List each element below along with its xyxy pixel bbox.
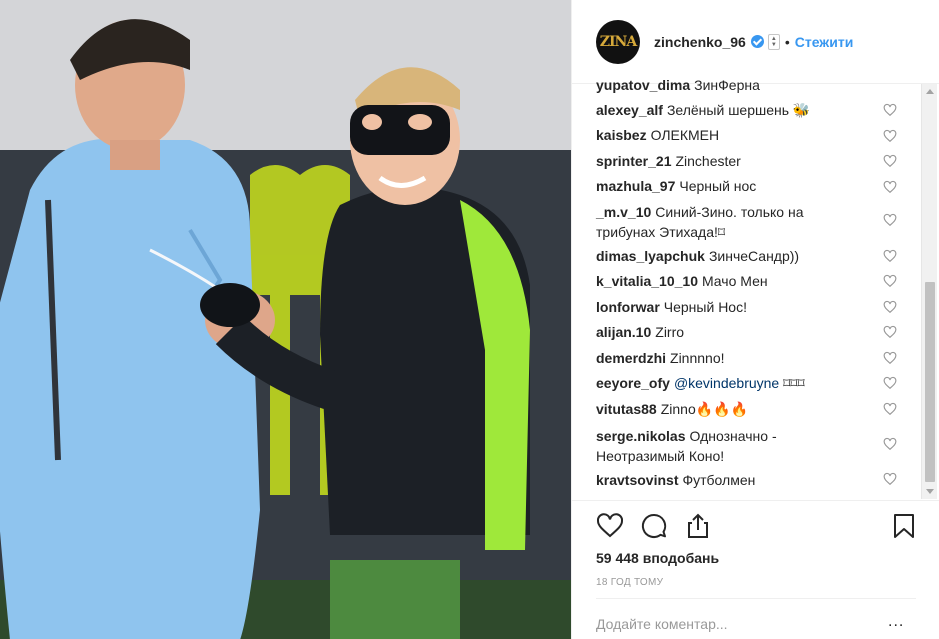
username-link[interactable]: zinchenko_96 [654, 34, 746, 50]
share-icon[interactable] [684, 512, 712, 540]
comment-username[interactable]: alijan.10 [596, 324, 651, 340]
comment-item: yupatov_dima ЗинФерна [596, 75, 896, 95]
comment-item: lonforwar Черный Нос! [596, 297, 896, 317]
comment-item: sprinter_21 Zinchester [596, 151, 896, 171]
comment-item: alexey_alf Зелёный шершень 🐝 [596, 100, 896, 120]
scroll-down-arrow-icon[interactable] [926, 489, 934, 494]
comment-username[interactable]: eeyore_ofy [596, 375, 670, 391]
comment-item: _m.v_10 Синий-Зино. только на трибунах Эт… [596, 202, 851, 242]
bookmark-icon[interactable] [890, 512, 918, 540]
comments-list: yupatov_dima ЗинФерна alexey_alf Зелёный ш… [572, 70, 924, 500]
avatar-text: ZINA [599, 33, 637, 50]
comment-username[interactable]: demerdzhi [596, 350, 666, 366]
comment-text: ОЛЕКМЕН [650, 127, 720, 143]
comment-text: ЗинчеСандр)) [708, 248, 800, 264]
comment-item: eeyore_ofy @kevindebruyne ⌑⌑⌑ [596, 373, 896, 393]
comment-username[interactable]: kaisbez [596, 127, 647, 143]
comment-item: kaisbez ОЛЕКМЕН [596, 125, 896, 145]
scroll-up-arrow-icon[interactable] [926, 89, 934, 94]
comment-item: demerdzhi Zinnnno! [596, 348, 896, 368]
comment-like-heart-icon[interactable] [883, 213, 897, 227]
post-sidebar: ZINA zinchenko_96 ▲ ▼ • Стежити yupatov_d… [571, 0, 939, 639]
comment-text: Черный нос [679, 178, 757, 194]
separator-dot: • [784, 33, 790, 50]
follow-button[interactable]: Стежити [795, 34, 854, 50]
heart-icon[interactable] [596, 512, 624, 540]
comment-mention-link[interactable]: @kevindebruyne [674, 375, 779, 391]
chevron-updown-icon[interactable]: ▲ ▼ [767, 33, 780, 50]
comment-text: Zinnnno! [670, 350, 725, 366]
comment-text: Zinchester [675, 153, 741, 169]
more-options-button[interactable]: ... [888, 614, 904, 630]
comment-item: k_vitalia_10_10 Мачо Мен [596, 271, 896, 291]
comment-icon[interactable] [640, 512, 668, 540]
verified-badge-icon [750, 35, 764, 48]
comment-username[interactable]: yupatov_dima [596, 77, 690, 93]
comment-username[interactable]: alexey_alf [596, 102, 663, 118]
comment-username[interactable]: mazhula_97 [596, 178, 675, 194]
likes-count[interactable]: 59 448 вподобань [596, 550, 719, 566]
add-comment-input[interactable] [596, 616, 896, 632]
post-actions-bar [572, 500, 939, 544]
comment-item: alijan.10 Zirro [596, 322, 896, 342]
comment-item: vitutas88 Zinno🔥🔥🔥 [596, 399, 896, 419]
comment-item: dimas_lyapchuk ЗинчеСандр)) [596, 246, 896, 266]
comment-text: ЗинФерна [694, 77, 760, 93]
comment-username[interactable]: serge.nikolas [596, 428, 686, 444]
divider [596, 598, 916, 599]
comment-text: Футболмен [682, 472, 756, 488]
comment-username[interactable]: lonforwar [596, 299, 660, 315]
comment-item: kravtsovinst Футболмен [596, 470, 896, 490]
post-photo[interactable] [0, 0, 571, 639]
comment-like-heart-icon[interactable] [883, 437, 897, 451]
photo-illustration [0, 0, 571, 639]
comment-text: Зелёный шершень 🐝 [666, 102, 811, 118]
comment-text: ⌑⌑⌑ [783, 375, 805, 391]
comment-text: Zirro [655, 324, 685, 340]
comment-username[interactable]: dimas_lyapchuk [596, 248, 705, 264]
comment-text: Черный Нос! [663, 299, 747, 315]
comments-scrollbar[interactable] [921, 84, 937, 499]
comment-item: mazhula_97 Черный нос [596, 176, 896, 196]
avatar[interactable]: ZINA [596, 19, 640, 64]
comment-username[interactable]: sprinter_21 [596, 153, 671, 169]
comment-username[interactable]: _m.v_10 [596, 204, 651, 220]
scrollbar-thumb[interactable] [925, 282, 935, 482]
comment-username[interactable]: k_vitalia_10_10 [596, 273, 698, 289]
comment-text: Мачо Мен [701, 273, 768, 289]
comment-username[interactable]: kravtsovinst [596, 472, 678, 488]
comment-text: Zinno🔥🔥🔥 [660, 401, 749, 417]
comment-username[interactable]: vitutas88 [596, 401, 657, 417]
comment-item: serge.nikolas Однозначно - Неотразимый Ко… [596, 426, 836, 466]
post-timestamp[interactable]: 18 год тому [596, 577, 663, 588]
